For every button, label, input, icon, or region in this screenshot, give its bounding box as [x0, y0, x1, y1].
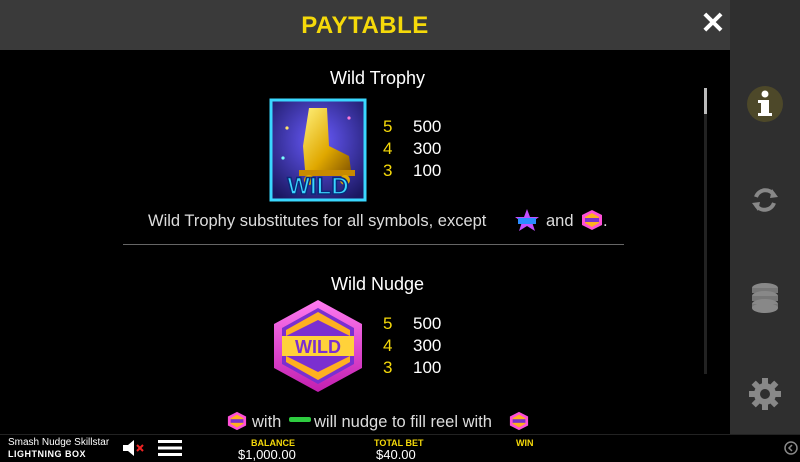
wild-trophy-symbol: WILD — [269, 98, 367, 202]
paytable-header: PAYTABLE ✕ — [0, 0, 730, 50]
sidebar — [730, 0, 800, 434]
pay-count: 5 — [383, 314, 393, 333]
section-divider — [123, 244, 624, 245]
sound-muted-icon[interactable] — [122, 439, 146, 457]
pay-value: 500 — [413, 117, 442, 136]
game-name: Smash Nudge Skillstar — [8, 437, 110, 448]
wild-nudge-mini-icon — [227, 411, 247, 431]
pay-row: 4 300 — [383, 335, 441, 357]
desc-period: . — [603, 212, 608, 230]
wild-nudge-mini-icon — [582, 210, 602, 230]
wild-nudge-pays: 5 500 4 300 3 100 — [383, 313, 441, 379]
close-icon[interactable]: ✕ — [700, 9, 726, 39]
autoplay-icon — [752, 188, 778, 212]
pay-count: 5 — [383, 117, 393, 136]
wild-trophy-text: WILD — [287, 173, 348, 200]
bonus-star-icon — [515, 209, 539, 231]
page-title: PAYTABLE — [301, 12, 429, 39]
section-title-wild-trophy: Wild Trophy — [329, 68, 426, 88]
pay-count: 3 — [383, 161, 393, 180]
desc-and: and — [546, 212, 574, 230]
pay-value: 100 — [413, 161, 442, 180]
paytable-content[interactable]: Wild Trophy WILD 5 500 4 300 3 100 Wild Tr — [0, 50, 730, 434]
footer-bar: Smash Nudge Skillstar LIGHTNING BOX BALA… — [0, 434, 800, 462]
wild-trophy-description: Wild Trophy substitutes for all symbols,… — [148, 209, 648, 236]
pay-count: 4 — [383, 336, 393, 355]
pay-row: 3 100 — [383, 160, 441, 182]
info-button[interactable] — [730, 84, 800, 124]
pay-row: 3 100 — [383, 357, 441, 379]
coins-stack-icon — [752, 283, 778, 313]
gear-icon — [749, 378, 781, 410]
wild-nudge-text: WILD — [295, 337, 341, 357]
provider-logo: LIGHTNING BOX — [8, 449, 86, 459]
pay-value: 300 — [413, 139, 442, 158]
chevron-icon[interactable] — [784, 440, 798, 456]
pay-value: 100 — [413, 358, 442, 377]
pay-row: 5 500 — [383, 313, 441, 335]
pay-row: 4 300 — [383, 138, 441, 160]
desc-text: will nudge to fill reel with — [314, 413, 492, 431]
pay-count: 3 — [383, 358, 393, 377]
info-icon — [747, 86, 783, 122]
pay-count: 4 — [383, 139, 393, 158]
wild-nudge-symbol: WILD — [274, 300, 362, 392]
wild-trophy-pays: 5 500 4 300 3 100 — [383, 116, 441, 182]
win-label: WIN — [516, 438, 534, 448]
pay-row: 5 500 — [383, 116, 441, 138]
pay-value: 500 — [413, 314, 442, 333]
green-bar-icon — [289, 417, 311, 422]
pay-value: 300 — [413, 336, 442, 355]
scrollbar[interactable] — [704, 88, 707, 374]
autoplay-button[interactable] — [730, 180, 800, 220]
wild-nudge-description: with will nudge to fill reel with — [227, 411, 537, 434]
menu-icon[interactable] — [158, 439, 182, 457]
settings-button[interactable] — [730, 374, 800, 414]
wild-nudge-mini-icon — [509, 411, 529, 431]
scroll-thumb[interactable] — [704, 88, 707, 114]
desc-with: with — [252, 413, 282, 431]
desc-text: Wild Trophy substitutes for all symbols,… — [148, 212, 487, 230]
bet-button[interactable] — [730, 278, 800, 318]
section-title-wild-nudge: Wild Nudge — [330, 274, 425, 294]
